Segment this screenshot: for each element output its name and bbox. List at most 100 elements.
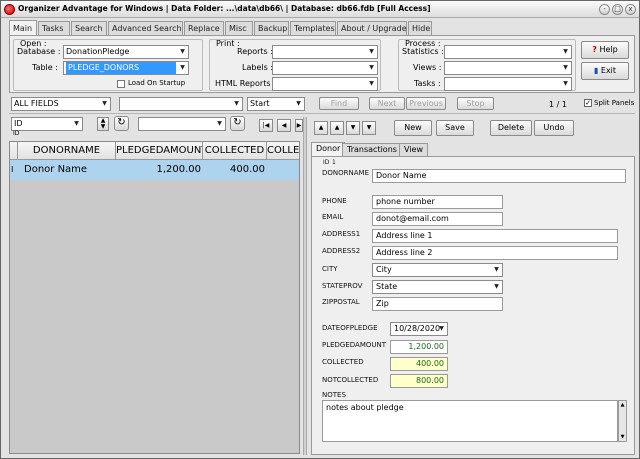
tab-search[interactable]: Search: [71, 21, 107, 35]
tab-replace[interactable]: Replace: [184, 21, 224, 35]
split-panel-handle[interactable]: [303, 117, 307, 455]
address2-field[interactable]: Address line 2: [372, 246, 618, 260]
notes-textarea[interactable]: notes about pledge: [322, 400, 618, 442]
chevron-down-icon: ▼: [102, 100, 107, 107]
tab-tasks[interactable]: Tasks: [38, 21, 70, 35]
save-button[interactable]: Save: [436, 120, 474, 136]
tab-main[interactable]: Main: [9, 20, 37, 35]
grid-cell-donorname[interactable]: Donor Name: [18, 160, 116, 179]
tab-misc[interactable]: Misc: [225, 21, 253, 35]
phone-field[interactable]: phone number: [372, 195, 503, 209]
load-on-startup-checkbox[interactable]: [117, 80, 125, 88]
search-input[interactable]: ▼: [119, 97, 243, 111]
search-field-select[interactable]: ALL FIELDS ▼: [11, 97, 111, 111]
address1-field[interactable]: Address line 1: [372, 229, 618, 243]
city-select[interactable]: City ▼: [372, 263, 503, 277]
collected-field[interactable]: 400.00: [390, 357, 448, 371]
first-record-icon[interactable]: |◀: [259, 119, 273, 132]
stop-button[interactable]: Stop: [457, 97, 494, 110]
statistics-select[interactable]: ▼: [444, 45, 572, 59]
move-up-icon[interactable]: ▲: [330, 121, 344, 135]
sort-direction-spinner[interactable]: ▲ ▼: [97, 117, 109, 131]
reports-label: Reports :: [237, 47, 273, 56]
zippostal-field[interactable]: Zip: [372, 297, 503, 311]
tab-about-upgrade[interactable]: About / Upgrade: [337, 21, 407, 35]
exit-label: Exit: [600, 66, 617, 75]
column-header-donorname[interactable]: DONORNAME: [18, 142, 116, 160]
stateprov-select[interactable]: State ▼: [372, 280, 503, 294]
help-button[interactable]: ? Help: [581, 41, 629, 59]
notes-scrollbar[interactable]: ▲ ▼: [618, 400, 627, 442]
undo-button[interactable]: Undo: [534, 120, 574, 136]
refresh-sort-icon[interactable]: ↻: [114, 116, 129, 131]
dateofpledge-value: 10/28/2020: [394, 324, 441, 333]
id-label: ID: [323, 159, 330, 166]
html-reports-select[interactable]: ▼: [272, 77, 378, 91]
tab-donor[interactable]: Donor: [311, 142, 346, 156]
open-group: Open : Database : DonationPledge ▼ Table…: [13, 39, 203, 91]
tab-backup[interactable]: Backup: [254, 21, 289, 35]
pledgedamount-field[interactable]: 1,200.00: [390, 340, 448, 354]
maximize-button[interactable]: □: [612, 4, 623, 15]
next-button[interactable]: Next: [369, 97, 405, 110]
search-match-value: Start: [250, 99, 270, 108]
html-reports-label: HTML Reports :: [215, 79, 276, 88]
table-select[interactable]: PLEDGE_DONORS ▼: [63, 61, 189, 75]
scroll-down-icon[interactable]: ▼: [619, 433, 626, 441]
table-row[interactable]: I Donor Name 1,200.00 400.00: [10, 160, 299, 180]
split-panels-checkbox[interactable]: ✓: [584, 99, 592, 107]
tab-hide[interactable]: Hide: [408, 21, 432, 35]
labels-select[interactable]: ▼: [272, 61, 378, 75]
chevron-down-icon: ▼: [369, 48, 374, 55]
notcollected-field[interactable]: 800.00: [390, 374, 448, 388]
window-title: Organizer Advantage for Windows | Data F…: [18, 4, 431, 13]
chevron-down-icon: ▼: [563, 48, 568, 55]
chevron-down-icon: ▼: [494, 266, 499, 273]
grid-cell-collect[interactable]: [267, 160, 299, 179]
records-grid[interactable]: DONORNAME PLEDGEDAMOUNT COLLECTED COLLEC…: [9, 141, 300, 454]
minimize-button[interactable]: -: [599, 4, 610, 15]
tab-view[interactable]: View: [399, 143, 428, 156]
refresh-icon[interactable]: ↻: [230, 116, 245, 131]
stateprov-label: STATEPROV: [322, 282, 363, 290]
tasks-select[interactable]: ▼: [444, 77, 572, 91]
sort-sub-label: ID: [13, 130, 20, 137]
new-button[interactable]: New: [394, 120, 432, 136]
grid-cell-collected[interactable]: 400.00: [203, 160, 267, 179]
sort-secondary-select[interactable]: ▼: [138, 117, 226, 131]
column-header-collect[interactable]: COLLECT: [267, 142, 299, 160]
find-button[interactable]: Find: [319, 97, 359, 110]
search-match-select[interactable]: Start ▼: [247, 97, 305, 111]
grid-cell-pledgedamount[interactable]: 1,200.00: [116, 160, 203, 179]
chevron-down-icon: ▼: [217, 120, 222, 127]
donorname-field[interactable]: Donor Name: [372, 169, 626, 183]
column-header-collected[interactable]: COLLECTED: [203, 142, 267, 160]
next-record-icon[interactable]: ▶: [295, 119, 303, 132]
reports-select[interactable]: ▼: [272, 45, 378, 59]
sort-field-select[interactable]: ID ▼: [11, 117, 83, 131]
move-first-icon[interactable]: ▲: [314, 121, 328, 135]
move-down-icon[interactable]: ▼: [346, 121, 360, 135]
close-button[interactable]: x: [625, 4, 636, 15]
record-count: 1 / 1: [549, 100, 567, 109]
database-select[interactable]: DonationPledge ▼: [63, 45, 189, 59]
exit-button[interactable]: ▮ Exit: [581, 62, 629, 80]
previous-button[interactable]: Previous: [406, 97, 446, 110]
email-field[interactable]: donot@email.com: [372, 212, 503, 226]
divider: [9, 113, 635, 114]
tab-advanced-search[interactable]: Advanced Search: [108, 21, 183, 35]
views-select[interactable]: ▼: [444, 61, 572, 75]
dateofpledge-picker[interactable]: 10/28/2020 ▼: [390, 322, 448, 336]
chevron-down-icon: ▼: [494, 283, 499, 290]
tab-transactions[interactable]: Transactions: [342, 143, 402, 156]
title-bar[interactable]: Organizer Advantage for Windows | Data F…: [1, 1, 639, 18]
delete-button[interactable]: Delete: [490, 120, 532, 136]
pledgedamount-label: PLEDGEDAMOUNT: [322, 341, 387, 349]
table-label: Table :: [32, 63, 58, 72]
chevron-down-icon: ▼: [439, 325, 444, 332]
move-last-icon[interactable]: ▼: [362, 121, 376, 135]
tab-templates[interactable]: Templates: [290, 21, 336, 35]
column-header-pledgedamount[interactable]: PLEDGEDAMOUNT: [116, 142, 203, 160]
previous-record-icon[interactable]: ◀: [277, 119, 291, 132]
scroll-up-icon[interactable]: ▲: [619, 401, 626, 409]
